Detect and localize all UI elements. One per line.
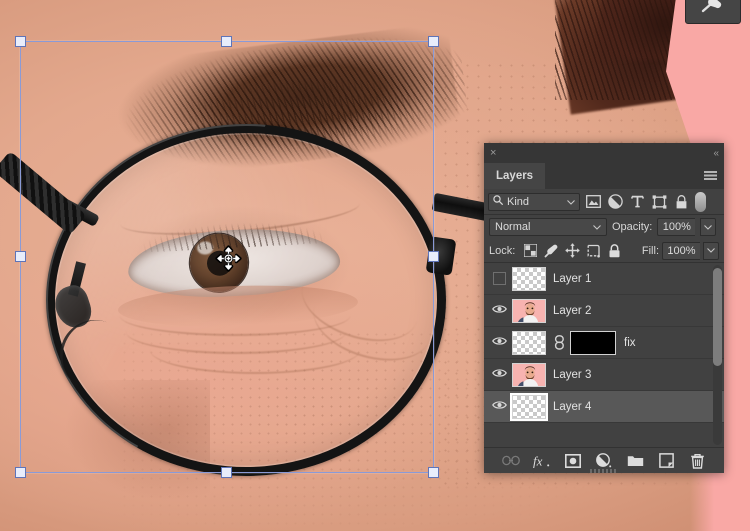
- layer-row[interactable]: Layer 4: [484, 391, 724, 423]
- type-filter-icon[interactable]: [627, 191, 648, 212]
- layer-thumbnail[interactable]: [512, 266, 546, 291]
- opacity-input[interactable]: 100%: [657, 218, 696, 236]
- chevron-down-icon[interactable]: [567, 196, 575, 208]
- layer-name: Layer 4: [553, 400, 592, 413]
- vertical-scrollbar[interactable]: [713, 265, 722, 445]
- lock-icon-group: [522, 243, 622, 259]
- chevron-down-icon[interactable]: [593, 221, 601, 233]
- layer-visibility-toggle[interactable]: [486, 368, 512, 381]
- transform-bounding-box[interactable]: [15, 36, 439, 478]
- lock-transparent-pixels-icon[interactable]: [522, 243, 538, 259]
- layer-visibility-toggle[interactable]: [486, 336, 512, 349]
- layer-row[interactable]: Layer 3: [484, 359, 724, 391]
- adjustment-filter-icon[interactable]: [605, 191, 626, 212]
- opacity-stepper[interactable]: [700, 218, 717, 236]
- panel-menu-icon[interactable]: [704, 163, 724, 189]
- layers-panel[interactable]: × « Layers Kind Normal Opacity: 100% Loc…: [484, 143, 724, 473]
- transform-handle-top-left[interactable]: [15, 36, 26, 47]
- new-group-icon[interactable]: [626, 452, 644, 470]
- eye-icon: [491, 368, 507, 381]
- transform-handle-top-center[interactable]: [221, 36, 232, 47]
- lock-artboard-nesting-icon[interactable]: [585, 243, 601, 259]
- pixel-filter-icon[interactable]: [583, 191, 604, 212]
- lock-all-icon[interactable]: [606, 243, 622, 259]
- link-layers-icon[interactable]: [502, 452, 520, 470]
- add-layer-style-fx-icon[interactable]: fx: [533, 452, 551, 470]
- blend-mode-select[interactable]: Normal: [489, 218, 607, 236]
- fill-stepper[interactable]: [703, 241, 719, 260]
- new-adjustment-layer-icon[interactable]: [595, 452, 613, 470]
- tab-bar-filler: [545, 163, 704, 189]
- layer-thumbnail[interactable]: [512, 330, 546, 355]
- filter-kind-select[interactable]: Kind: [488, 192, 580, 211]
- panel-tab-bar: Layers: [484, 163, 724, 189]
- eye-icon: [491, 336, 507, 349]
- layer-thumbnail[interactable]: [510, 392, 548, 421]
- smart-object-filter-icon[interactable]: [671, 191, 692, 212]
- panel-resize-grip[interactable]: [590, 469, 618, 473]
- layer-thumbnail[interactable]: [512, 298, 546, 323]
- eye-icon: [491, 400, 507, 413]
- layer-name: fix: [624, 336, 636, 349]
- fill-input[interactable]: 100%: [662, 241, 700, 260]
- filter-type-icons: [583, 191, 706, 212]
- layer-visibility-toggle[interactable]: [486, 304, 512, 317]
- new-layer-icon[interactable]: [657, 452, 675, 470]
- brush-tool-button[interactable]: [685, 0, 741, 24]
- layer-mask-thumbnail[interactable]: [570, 330, 616, 355]
- tab-layers[interactable]: Layers: [484, 163, 546, 189]
- layer-visibility-toggle[interactable]: [486, 272, 512, 285]
- fill-label: Fill:: [641, 244, 659, 257]
- lock-label: Lock:: [489, 244, 516, 257]
- scrollbar-thumb[interactable]: [713, 268, 722, 366]
- layer-row[interactable]: Layer 1: [484, 263, 724, 295]
- transform-handle-middle-right[interactable]: [428, 251, 439, 262]
- layer-thumbnail[interactable]: [512, 362, 546, 387]
- panel-titlebar: × «: [484, 143, 724, 163]
- transform-handle-bottom-center[interactable]: [221, 467, 232, 478]
- tab-layers-label: Layers: [496, 170, 534, 182]
- layer-row[interactable]: fix: [484, 327, 724, 359]
- transform-handle-top-right[interactable]: [428, 36, 439, 47]
- shape-filter-icon[interactable]: [649, 191, 670, 212]
- blend-mode-value: Normal: [495, 221, 531, 233]
- layer-name: Layer 3: [553, 368, 592, 381]
- delete-layer-icon[interactable]: [688, 452, 706, 470]
- transform-handle-middle-left[interactable]: [15, 251, 26, 262]
- lock-image-pixels-icon[interactable]: [543, 243, 559, 259]
- close-icon[interactable]: ×: [490, 147, 496, 159]
- layer-visibility-toggle[interactable]: [486, 400, 512, 413]
- eye-icon-off: [492, 272, 506, 285]
- lock-row: Lock: Fill: 100%: [484, 239, 724, 263]
- search-icon: [493, 195, 503, 208]
- layer-list[interactable]: Layer 1 Layer 2 fix Layer 3 Layer 4: [484, 263, 724, 447]
- blend-mode-row: Normal Opacity: 100%: [484, 215, 724, 239]
- layer-row[interactable]: Layer 2: [484, 295, 724, 327]
- layer-filter-row: Kind: [484, 189, 724, 215]
- opacity-label: Opacity:: [612, 221, 653, 233]
- lock-position-icon[interactable]: [564, 243, 580, 259]
- link-mask-icon[interactable]: [553, 335, 565, 350]
- filter-enable-toggle[interactable]: [695, 191, 706, 212]
- collapse-panel-icon[interactable]: «: [713, 148, 718, 159]
- eye-icon: [491, 304, 507, 317]
- transform-handle-bottom-left[interactable]: [15, 467, 26, 478]
- brush-icon: [700, 0, 726, 19]
- filter-kind-label: Kind: [507, 195, 530, 208]
- add-layer-mask-icon[interactable]: [564, 452, 582, 470]
- svg-text:fx: fx: [533, 453, 543, 468]
- layer-name: Layer 1: [553, 272, 592, 285]
- layer-name: Layer 2: [553, 304, 592, 317]
- transform-handle-bottom-right[interactable]: [428, 467, 439, 478]
